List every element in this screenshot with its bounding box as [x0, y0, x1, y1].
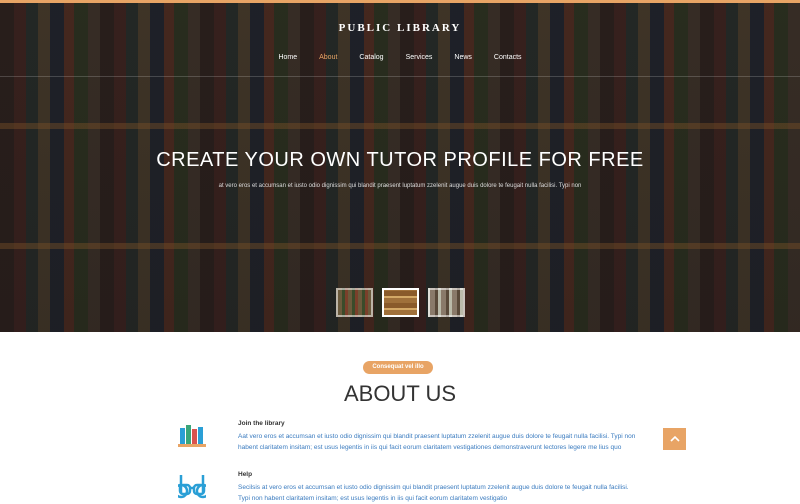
glasses-icon — [178, 475, 206, 499]
nav-services[interactable]: Services — [406, 54, 433, 61]
main-nav: Home About Catalog Services News Contact… — [0, 54, 800, 61]
nav-contacts[interactable]: Contacts — [494, 54, 522, 61]
nav-catalog[interactable]: Catalog — [359, 54, 383, 61]
hero-banner: PUBLIC LIBRARY Home About Catalog Servic… — [0, 3, 800, 332]
about-title: ABOUT US — [343, 381, 457, 406]
shelf-line — [0, 243, 800, 249]
slide-thumbnail-1[interactable] — [335, 288, 373, 317]
nav-about[interactable]: About — [319, 54, 337, 61]
slider-thumbnails — [0, 288, 800, 317]
hero-subtitle: at vero eros et accumsan et iusto odio d… — [218, 183, 582, 189]
chevron-up-icon — [669, 435, 680, 442]
site-brand[interactable]: PUBLIC LIBRARY — [0, 22, 800, 34]
feature-heading[interactable]: Join the library — [238, 420, 638, 427]
slide-thumbnail-3[interactable] — [427, 288, 465, 317]
feature-text: Help Secilsis at vero eros et accumsan e… — [238, 471, 638, 504]
feature-text: Join the library Aat vero eros et accums… — [238, 420, 638, 453]
slide-thumbnail-2[interactable] — [381, 288, 419, 317]
feature-description: Aat vero eros et accumsan et iusto odio … — [238, 433, 636, 451]
hero-title: CREATE YOUR OWN TUTOR PROFILE FOR FREE — [156, 149, 644, 171]
shelf-line — [0, 123, 800, 129]
nav-home[interactable]: Home — [278, 54, 297, 61]
nav-divider — [0, 76, 800, 77]
nav-news[interactable]: News — [454, 54, 472, 61]
scroll-to-top-button[interactable] — [663, 428, 686, 450]
section-badge: Consequat vel illo — [363, 361, 433, 374]
feature-description: Secilsis at vero eros et accumsan et ius… — [238, 484, 629, 502]
feature-heading[interactable]: Help — [238, 471, 638, 478]
books-icon — [178, 425, 206, 447]
